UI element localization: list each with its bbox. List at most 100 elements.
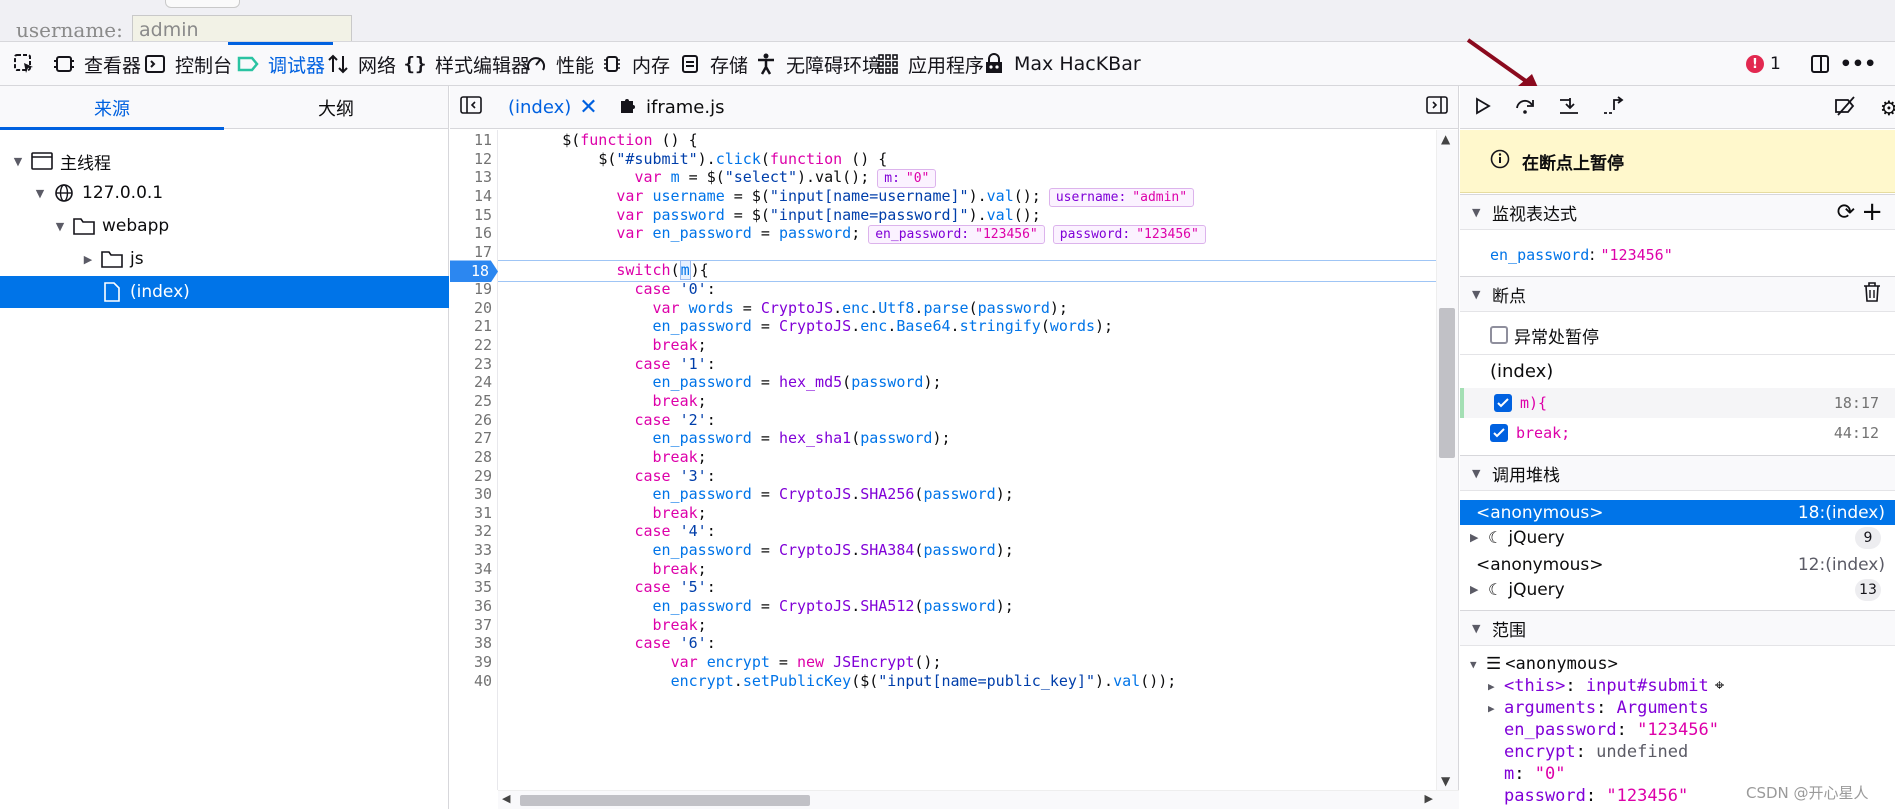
tab-accessibility[interactable]: 无障碍环境 — [754, 42, 881, 86]
line-number[interactable]: 21 — [450, 317, 492, 336]
step-over-button[interactable] — [1512, 95, 1538, 121]
code-line[interactable]: break; — [508, 616, 707, 635]
vertical-scrollbar[interactable]: ▲ ▼ — [1436, 130, 1458, 790]
more-options-button[interactable]: ••• — [1840, 42, 1876, 86]
code-line[interactable]: en_password = CryptoJS.SHA384(password); — [508, 541, 1014, 560]
toggle-debugger-sidebar-button[interactable] — [1426, 86, 1448, 129]
code-line[interactable]: break; — [508, 392, 707, 411]
code-line[interactable]: encrypt.setPublicKey($("input[name=publi… — [508, 672, 1177, 691]
line-number[interactable]: 13 — [450, 168, 492, 187]
code-line[interactable]: switch(m){ — [508, 260, 709, 281]
node-inspect-icon[interactable]: ⌖ — [1715, 676, 1725, 696]
callstack-frame[interactable]: <anonymous> 18:(index) — [1460, 500, 1895, 525]
line-number[interactable]: 37 — [450, 616, 492, 635]
line-number[interactable]: 12 — [450, 150, 492, 169]
tree-item-index[interactable]: (index) — [0, 276, 449, 308]
line-number[interactable]: 40 — [450, 672, 492, 691]
scroll-down-icon[interactable]: ▼ — [1441, 774, 1450, 788]
callstack-group[interactable]: ▶ ☾ jQuery 9 — [1460, 525, 1895, 550]
editor-tab-iframe[interactable]: iframe.js — [618, 86, 724, 129]
dock-button[interactable] — [1808, 42, 1832, 86]
scope-item[interactable]: ▶ arguments: Arguments — [1460, 698, 1895, 718]
code-line[interactable]: case '3': — [508, 467, 715, 486]
code-line[interactable]: var words = CryptoJS.enc.Utf8.parse(pass… — [508, 299, 1068, 318]
trash-icon[interactable] — [1863, 281, 1881, 307]
line-number[interactable]: 39 — [450, 653, 492, 672]
line-number[interactable]: 28 — [450, 448, 492, 467]
line-number[interactable]: 15 — [450, 206, 492, 225]
code-line[interactable]: en_password = CryptoJS.SHA512(password); — [508, 597, 1014, 616]
code-line[interactable]: $(function () { — [508, 131, 697, 150]
step-out-button[interactable] — [1600, 95, 1626, 121]
code-line[interactable]: break; — [508, 336, 707, 355]
tab-inspector[interactable]: 查看器 — [52, 42, 141, 86]
tab-performance[interactable]: 性能 — [524, 42, 594, 86]
line-number[interactable]: 19 — [450, 280, 492, 299]
resume-button[interactable] — [1470, 95, 1496, 121]
callstack-section-header[interactable]: ▼ 调用堆栈 — [1460, 455, 1895, 491]
line-number[interactable]: 14 — [450, 187, 492, 206]
tree-item-main-thread[interactable]: ▼ 主线程 — [0, 145, 449, 177]
line-number[interactable]: 31 — [450, 504, 492, 523]
scope-item[interactable]: m: "0" — [1460, 764, 1895, 784]
line-number[interactable]: 20 — [450, 299, 492, 318]
deactivate-breakpoints-button[interactable] — [1833, 95, 1859, 121]
tab-hackbar[interactable]: Max HacKBar — [982, 42, 1141, 86]
close-tab-icon[interactable]: ✕ — [579, 95, 597, 120]
code-line[interactable]: var username = $("input[name=username]")… — [508, 187, 1195, 207]
scroll-left-icon[interactable]: ◀ — [502, 792, 510, 805]
code-line[interactable]: $("#submit").click(function () { — [508, 150, 887, 169]
breakpoints-section-header[interactable]: ▼ 断点 — [1460, 276, 1895, 312]
line-gutter[interactable]: 11 12 13 14 15 16 17 18 19 20 21 22 23 24 25 26 27 28 29 30… — [450, 130, 498, 790]
tab-sources[interactable]: 来源 — [0, 86, 224, 130]
element-picker-button[interactable] — [12, 42, 36, 86]
line-number[interactable]: 17 — [450, 243, 492, 262]
code-line[interactable]: break; — [508, 504, 707, 523]
scroll-up-icon[interactable]: ▲ — [1441, 132, 1450, 146]
code-line[interactable]: break; — [508, 448, 707, 467]
tree-item-webapp[interactable]: ▼ webapp — [0, 210, 449, 242]
line-number[interactable]: 22 — [450, 336, 492, 355]
scopes-section-header[interactable]: ▼ 范围 — [1460, 610, 1895, 646]
line-number[interactable]: 33 — [450, 541, 492, 560]
editor-tab-index[interactable]: (index) ✕ — [508, 86, 598, 129]
code-line[interactable]: var password = $("input[name=password]")… — [508, 206, 1040, 225]
code-line[interactable]: en_password = hex_md5(password); — [508, 373, 942, 392]
tab-outline[interactable]: 大纲 — [224, 86, 448, 129]
tab-style-editor[interactable]: {} 样式编辑器 — [403, 42, 530, 86]
tab-console[interactable]: 控制台 — [143, 42, 232, 86]
tree-item-js[interactable]: ▶ js — [0, 243, 449, 275]
breakpoint-checkbox[interactable] — [1494, 394, 1512, 412]
horizontal-scrollbar[interactable]: ◀ ▶ — [498, 790, 1459, 809]
step-in-button[interactable] — [1556, 95, 1582, 121]
code-line[interactable]: var en_password = password; en_password: "… — [508, 224, 1206, 245]
add-icon[interactable]: + — [1861, 197, 1883, 227]
code-line[interactable]: case '5': — [508, 578, 715, 597]
tab-memory[interactable]: 内存 — [600, 42, 670, 86]
line-number[interactable]: 30 — [450, 485, 492, 504]
code-line[interactable]: en_password = hex_sha1(password); — [508, 429, 951, 448]
toggle-sources-button[interactable] — [460, 86, 482, 129]
code-line[interactable]: case '0': — [508, 280, 715, 299]
breakpoint-item[interactable]: m){ 18:17 — [1460, 388, 1895, 418]
line-number[interactable]: 23 — [450, 355, 492, 374]
scroll-right-icon[interactable]: ▶ — [1425, 792, 1433, 805]
line-number[interactable]: 32 — [450, 522, 492, 541]
scope-item[interactable]: encrypt: undefined — [1460, 742, 1895, 762]
line-number[interactable]: 11 — [450, 131, 492, 150]
line-number[interactable]: 35 — [450, 578, 492, 597]
refresh-icon[interactable]: ⟳ — [1837, 200, 1855, 225]
callstack-group[interactable]: ▶ ☾ jQuery 13 — [1460, 577, 1895, 602]
code-line[interactable]: var m = $("select").val(); m: "0" — [508, 168, 937, 189]
tab-storage[interactable]: 存储 — [678, 42, 748, 86]
watch-section-header[interactable]: ▼ 监视表达式 ⟳ + — [1460, 194, 1895, 230]
pause-on-exceptions-checkbox[interactable] — [1490, 326, 1508, 344]
code-area[interactable]: 11 12 13 14 15 16 17 18 19 20 21 22 23 24 25 26 27 28 29 30… — [450, 130, 1459, 790]
code-line[interactable]: case '6': — [508, 634, 715, 653]
username-input[interactable]: admin — [132, 15, 352, 41]
code-line[interactable]: case '4': — [508, 522, 715, 541]
watch-item[interactable]: en_password : "123456" — [1460, 242, 1895, 268]
tab-network[interactable]: 网络 — [326, 42, 396, 86]
line-number[interactable]: 26 — [450, 411, 492, 430]
scope-item[interactable]: ▶ <this>: input#submit ⌖ — [1460, 676, 1895, 696]
